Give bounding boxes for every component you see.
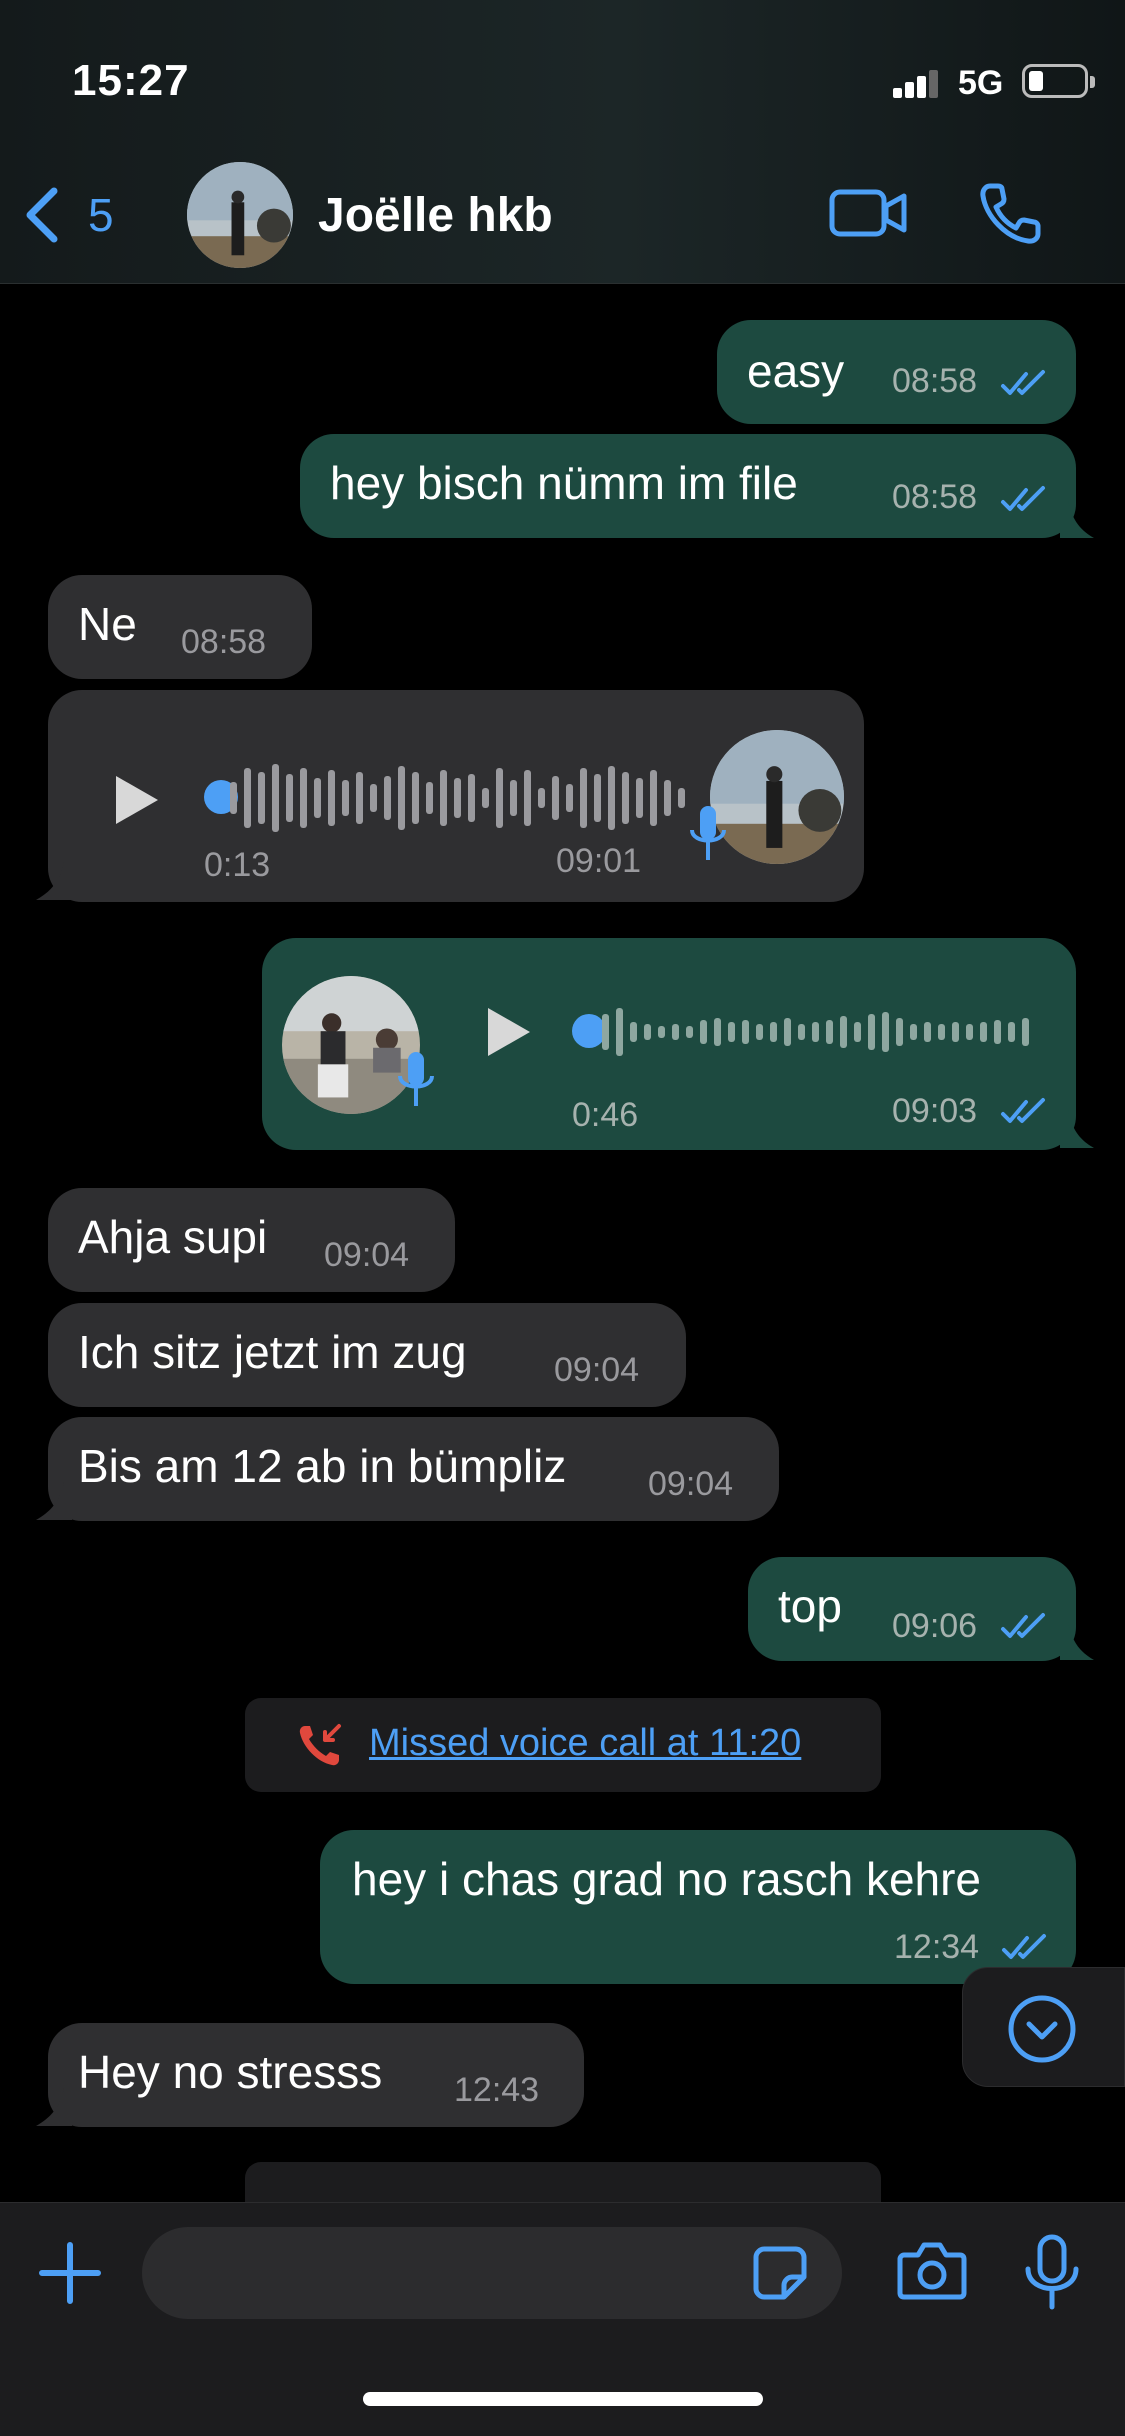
message-time: 09:06	[892, 1607, 978, 1645]
phone-icon[interactable]	[978, 180, 1044, 246]
back-button[interactable]: 5	[22, 180, 132, 250]
message-outgoing[interactable]: hey bisch nümm im file 08:58	[300, 434, 1076, 538]
message-time: 09:04	[648, 1465, 734, 1503]
play-button-icon[interactable]	[110, 772, 162, 828]
message-time: 08:58	[892, 478, 978, 516]
unread-count: 5	[88, 189, 114, 241]
read-receipt-icon	[1001, 1613, 1045, 1638]
bubble-tail	[36, 862, 72, 900]
sender-avatar	[710, 730, 844, 864]
microphone-icon[interactable]	[1022, 2233, 1082, 2311]
voice-message-outgoing[interactable]: 0:46 09:03	[262, 938, 1076, 1150]
missed-call-notice[interactable]: Missed voice call at 11:20	[245, 1698, 881, 1792]
bubble-tail	[36, 2088, 72, 2126]
voice-duration: 0:46	[572, 1096, 639, 1134]
missed-call-icon	[299, 1724, 341, 1766]
video-call-icon[interactable]	[828, 182, 908, 242]
bubble-tail	[1060, 1110, 1094, 1148]
message-time: 09:04	[554, 1351, 640, 1389]
message-text: Ich sitz jetzt im zug	[78, 1326, 467, 1378]
chevron-left-icon	[26, 187, 58, 243]
read-receipt-icon	[1002, 1934, 1046, 1959]
message-input[interactable]	[142, 2227, 842, 2319]
bubble-tail	[1060, 1622, 1094, 1660]
message-text: top	[778, 1580, 842, 1632]
message-time: 09:03	[892, 1092, 978, 1130]
signal-icon	[893, 70, 939, 98]
message-incoming[interactable]: Ne 08:58	[48, 575, 312, 679]
message-time: 09:04	[324, 1236, 410, 1274]
plus-icon[interactable]	[38, 2241, 102, 2305]
chat-header: 15:27 5G 5 Joëlle hkb	[0, 0, 1125, 284]
read-receipt-icon	[1001, 1098, 1045, 1123]
microphone-icon	[690, 806, 726, 860]
chevron-down-circle-icon	[1008, 1995, 1076, 2063]
voice-duration: 0:13	[204, 846, 271, 884]
sticker-icon[interactable]	[750, 2243, 810, 2303]
message-text: Ahja supi	[78, 1211, 268, 1263]
missed-call-label[interactable]: Missed voice call at 11:20	[369, 1722, 801, 1765]
bubble-tail	[36, 1482, 72, 1520]
camera-icon[interactable]	[896, 2239, 968, 2303]
waveform[interactable]	[600, 1000, 1040, 1064]
voice-message-incoming[interactable]: 0:13 09:01	[48, 690, 864, 902]
microphone-icon	[398, 1052, 434, 1106]
network-label: 5G	[958, 64, 1004, 102]
message-time: 12:43	[454, 2071, 540, 2109]
battery-icon	[1022, 64, 1095, 98]
message-time: 08:58	[181, 623, 267, 661]
status-time: 15:27	[72, 56, 190, 105]
message-time: 08:58	[892, 362, 978, 400]
message-text: Hey no stresss	[78, 2046, 383, 2098]
message-incoming[interactable]: Bis am 12 ab in bümpliz 09:04	[48, 1417, 779, 1521]
message-outgoing[interactable]: easy 08:58	[717, 320, 1076, 424]
read-receipt-icon	[1001, 370, 1045, 395]
home-indicator[interactable]	[363, 2392, 763, 2406]
contact-avatar[interactable]	[187, 162, 293, 268]
message-text: Bis am 12 ab in bümpliz	[78, 1440, 567, 1492]
contact-name[interactable]: Joëlle hkb	[318, 188, 553, 243]
message-outgoing[interactable]: top 09:06	[748, 1557, 1076, 1661]
message-incoming[interactable]: Ich sitz jetzt im zug 09:04	[48, 1303, 686, 1407]
waveform[interactable]	[228, 758, 690, 838]
message-incoming[interactable]: Ahja supi 09:04	[48, 1188, 455, 1292]
message-time: 12:34	[894, 1928, 980, 1966]
message-text: easy	[747, 345, 845, 397]
read-receipt-icon	[1001, 486, 1045, 511]
play-button-icon[interactable]	[482, 1004, 534, 1060]
message-outgoing[interactable]: hey i chas grad no rasch kehre 12:34	[320, 1830, 1076, 1984]
message-text: hey bisch nümm im file	[330, 457, 798, 509]
message-time: 09:01	[556, 842, 642, 880]
message-text: Ne	[78, 598, 137, 650]
message-text: hey i chas grad no rasch kehre	[352, 1853, 982, 1905]
bubble-tail	[1060, 500, 1094, 538]
scroll-to-bottom-button[interactable]	[962, 1967, 1125, 2087]
message-incoming[interactable]: Hey no stresss 12:43	[48, 2023, 584, 2127]
